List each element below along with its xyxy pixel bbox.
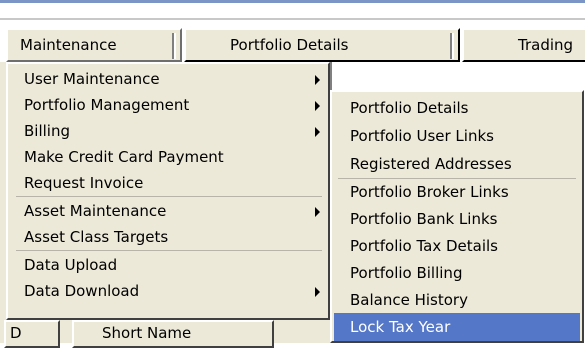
menu-item-label: Data Download — [24, 282, 140, 300]
menu-tab-label: Portfolio Details — [230, 36, 349, 54]
submenu-item-portfolio-user-links[interactable]: Portfolio User Links — [334, 122, 580, 150]
submenu-item-label: Portfolio Broker Links — [350, 183, 509, 201]
submenu-item-portfolio-billing[interactable]: Portfolio Billing — [334, 259, 580, 287]
submenu-arrow-icon — [315, 287, 320, 297]
submenu-arrow-icon — [315, 75, 320, 85]
grid-column-header-short-name[interactable]: Short Name — [72, 320, 274, 348]
menu-tab-portfolio-details[interactable]: Portfolio Details — [184, 28, 460, 62]
menu-item-request-invoice[interactable]: Request Invoice — [12, 170, 326, 196]
submenu-item-label: Portfolio Billing — [350, 264, 463, 282]
submenu-item-lock-tax-year[interactable]: Lock Tax Year — [334, 313, 580, 341]
portfolio-management-submenu: Portfolio Details Portfolio User Links R… — [330, 90, 584, 343]
menu-item-billing[interactable]: Billing — [12, 118, 326, 144]
submenu-arrow-icon — [315, 127, 320, 137]
menu-tab-label: Maintenance — [20, 36, 117, 54]
maintenance-dropdown-menu: User Maintenance Portfolio Management Bi… — [6, 62, 330, 320]
menu-tab-trading[interactable]: Trading — [462, 28, 585, 62]
submenu-item-label: Lock Tax Year — [350, 318, 451, 336]
menu-item-label: Billing — [24, 122, 70, 140]
submenu-item-balance-history[interactable]: Balance History — [334, 286, 580, 314]
submenu-item-label: Portfolio Details — [350, 99, 469, 117]
menu-item-label: Asset Maintenance — [24, 202, 167, 220]
menu-tab-divider — [172, 33, 176, 59]
submenu-item-label: Portfolio User Links — [350, 127, 494, 145]
menu-tab-maintenance[interactable]: Maintenance — [6, 28, 182, 62]
submenu-item-label: Portfolio Tax Details — [350, 237, 498, 255]
menu-item-asset-class-targets[interactable]: Asset Class Targets — [12, 224, 326, 250]
content-area — [330, 62, 585, 92]
menu-item-label: Make Credit Card Payment — [24, 148, 224, 166]
window-top-strip — [0, 0, 585, 18]
menu-item-data-upload[interactable]: Data Upload — [12, 252, 326, 278]
menu-item-make-credit-card-payment[interactable]: Make Credit Card Payment — [12, 144, 326, 170]
menu-tab-label: Trading — [518, 36, 574, 54]
menu-item-label: Asset Class Targets — [24, 228, 169, 246]
submenu-item-portfolio-details[interactable]: Portfolio Details — [334, 94, 580, 122]
menu-item-label: User Maintenance — [24, 70, 160, 88]
menu-separator — [16, 250, 322, 251]
submenu-item-portfolio-bank-links[interactable]: Portfolio Bank Links — [334, 205, 580, 233]
menu-item-data-download[interactable]: Data Download — [12, 278, 326, 304]
menu-bar: Maintenance Portfolio Details Trading — [6, 28, 585, 62]
submenu-item-label: Registered Addresses — [350, 155, 512, 173]
submenu-item-label: Balance History — [350, 291, 468, 309]
menu-item-user-maintenance[interactable]: User Maintenance — [12, 66, 326, 92]
menu-item-label: Data Upload — [24, 256, 118, 274]
submenu-item-label: Portfolio Bank Links — [350, 210, 498, 228]
window-top-divider — [0, 18, 585, 20]
grid-column-header-id[interactable]: D — [4, 320, 60, 348]
submenu-item-portfolio-tax-details[interactable]: Portfolio Tax Details — [334, 232, 580, 260]
menu-item-asset-maintenance[interactable]: Asset Maintenance — [12, 198, 326, 224]
grid-column-label: D — [10, 324, 22, 342]
menu-item-portfolio-management[interactable]: Portfolio Management — [12, 92, 326, 118]
submenu-item-registered-addresses[interactable]: Registered Addresses — [334, 150, 580, 178]
submenu-arrow-icon — [315, 207, 320, 217]
grid-column-label: Short Name — [102, 324, 192, 342]
submenu-item-portfolio-broker-links[interactable]: Portfolio Broker Links — [334, 178, 580, 206]
menu-separator — [16, 196, 322, 197]
menu-tab-divider — [450, 33, 454, 59]
submenu-arrow-icon — [315, 101, 320, 111]
menu-item-label: Portfolio Management — [24, 96, 190, 114]
menu-item-label: Request Invoice — [24, 174, 144, 192]
